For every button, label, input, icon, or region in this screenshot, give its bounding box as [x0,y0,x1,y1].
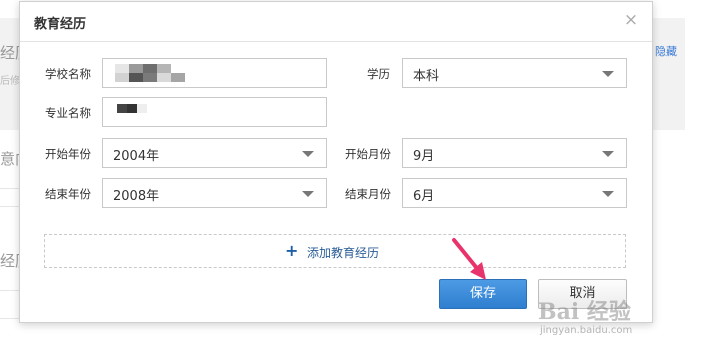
dialog-header: 教育经历 × [20,2,652,42]
add-education-label: 添加教育经历 [307,246,380,260]
start-month-label: 开始月份 [345,147,391,161]
degree-value: 本科 [413,69,440,84]
start-year-select[interactable]: 2004年 [102,138,327,168]
plus-icon: + [285,241,299,260]
divider [0,188,20,189]
end-year-select[interactable]: 2008年 [102,178,327,208]
watermark-url: jingyan.baidu.com [540,325,633,336]
annotation-arrow-icon [452,238,486,280]
school-label: 学校名称 [45,67,91,81]
major-input[interactable] [102,97,327,127]
end-month-select[interactable]: 6月 [402,178,627,208]
end-month-label: 结束月份 [345,187,391,201]
degree-label: 学历 [367,67,390,81]
start-year-value: 2004年 [113,149,160,164]
background-hide-link[interactable]: 隐藏 [655,43,677,59]
dialog-title: 教育经历 [34,17,87,32]
divider [0,318,20,319]
watermark-logo: Bai 经验 [538,299,631,325]
chevron-down-icon [602,151,614,157]
background-subtext: 后修 [0,76,20,87]
chevron-down-icon [602,71,614,77]
end-year-value: 2008年 [113,189,160,204]
start-month-select[interactable]: 9月 [402,138,627,168]
degree-select[interactable]: 本科 [402,58,627,88]
close-icon[interactable]: × [622,11,640,29]
end-month-value: 6月 [413,189,435,204]
chevron-down-icon [302,191,314,197]
add-education-button[interactable]: + 添加教育经历 [44,234,626,268]
school-input[interactable] [102,58,327,88]
education-dialog: 教育经历 × 学校名称 学历 本科 专业名称 开始年份 2004年 开始月份 9… [19,1,653,323]
major-label: 专业名称 [45,106,91,120]
start-year-label: 开始年份 [45,147,91,161]
chevron-down-icon [602,191,614,197]
chevron-down-icon [302,151,314,157]
divider [0,290,20,291]
end-year-label: 结束年份 [45,187,91,201]
divider [0,206,20,207]
start-month-value: 9月 [413,149,435,164]
